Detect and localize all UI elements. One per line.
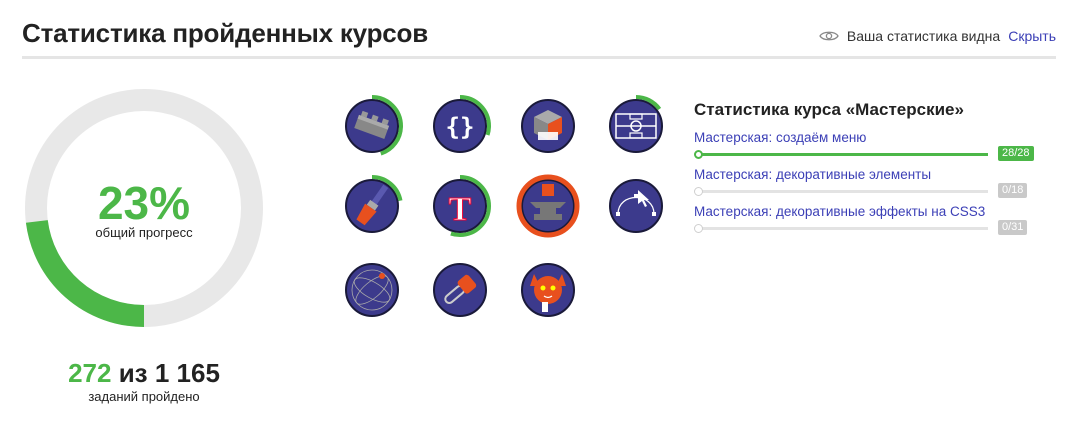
badge-football-field[interactable] — [604, 94, 668, 158]
course-item: Мастерская: создаём меню 28/28 — [694, 130, 1044, 167]
course-item-link[interactable]: Мастерская: декоративные элементы — [694, 167, 1044, 183]
paint-brush-icon — [341, 175, 403, 237]
progress-percent: 23% — [97, 176, 191, 229]
badge-chainsaw[interactable] — [428, 258, 492, 322]
course-item-progress-knob — [694, 187, 703, 196]
visibility-text: Ваша статистика видна — [846, 28, 1001, 44]
course-item-count: 0/31 — [998, 220, 1028, 235]
badge-anvil-workshop[interactable] — [516, 174, 580, 238]
course-item-count: 0/18 — [998, 183, 1028, 198]
course-item-progress-bar — [694, 224, 988, 233]
course-item-count: 28/28 — [998, 146, 1034, 161]
anvil-icon — [516, 174, 580, 238]
orbit-icon — [345, 263, 399, 317]
course-item-progress-bar — [694, 187, 988, 196]
course-badges: {} T — [340, 94, 680, 334]
badge-paint-brush[interactable] — [340, 174, 404, 238]
hide-stats-link[interactable]: Скрыть — [1008, 28, 1056, 44]
page-title: Статистика пройденных курсов — [22, 18, 429, 48]
course-item: Мастерская: декоративные эффекты на CSS3… — [694, 204, 1044, 241]
progress-percent-label: общий прогресс — [95, 224, 193, 240]
cat-icon — [521, 263, 575, 317]
football-field-icon — [605, 95, 667, 157]
course-item-progress-knob — [694, 224, 703, 233]
course-item-link[interactable]: Мастерская: декоративные эффекты на CSS3 — [694, 204, 1044, 220]
tasks-done-label: заданий пройдено — [88, 389, 200, 404]
eye-icon — [819, 29, 839, 43]
course-stats: Статистика курса «Мастерские» Мастерская… — [694, 100, 1044, 241]
tasks-done-count: 272 — [68, 358, 112, 388]
badge-rubiks-cube[interactable] — [516, 94, 580, 158]
lego-brick-icon — [341, 95, 403, 157]
header-divider — [22, 56, 1056, 59]
course-item-progress-fill — [698, 153, 988, 156]
chainsaw-icon — [433, 263, 487, 317]
badge-curly-braces[interactable]: {} — [428, 94, 492, 158]
svg-text:{}: {} — [446, 113, 475, 141]
course-item-progress-bar — [694, 150, 988, 159]
tasks-total: 272 из 1 165 заданий пройдено — [24, 358, 264, 404]
visibility-status: Ваша статистика видна Скрыть — [819, 28, 1056, 44]
tasks-between: из — [118, 358, 148, 388]
curly-braces-icon: {} — [429, 95, 491, 157]
tasks-total-count: 1 165 — [154, 358, 220, 388]
badge-bezier-curve[interactable] — [604, 174, 668, 238]
course-item-link[interactable]: Мастерская: создаём меню — [694, 130, 1044, 146]
course-item: Мастерская: декоративные элементы 0/18 — [694, 167, 1044, 204]
svg-text:T: T — [449, 191, 472, 228]
rubiks-cube-icon — [521, 99, 575, 153]
course-item-progress-knob — [694, 150, 703, 159]
course-stats-title: Статистика курса «Мастерские» — [694, 100, 964, 119]
badge-orbit-sphere[interactable] — [340, 258, 404, 322]
bezier-cursor-icon — [609, 179, 663, 233]
badge-typography[interactable]: T — [428, 174, 492, 238]
progress-donut: 23% общий прогресс — [24, 78, 264, 338]
badge-cat-mascot[interactable] — [516, 258, 580, 322]
letter-t-icon: T — [429, 175, 491, 237]
badge-lego-bricks[interactable] — [340, 94, 404, 158]
